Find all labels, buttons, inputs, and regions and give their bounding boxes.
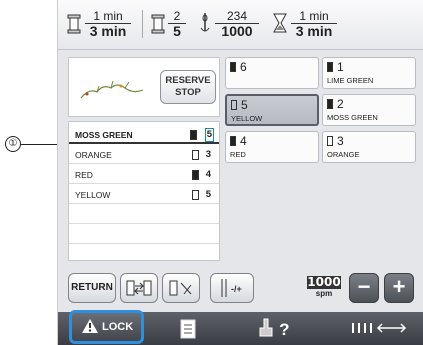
sequence-row-empty — [69, 206, 219, 224]
color-count-total: 5 — [173, 23, 181, 39]
sequence-row[interactable]: MOSS GREEN 5 — [69, 126, 219, 144]
time-remaining-total: 3 min — [89, 23, 127, 39]
thread-cell-number: 1 — [337, 60, 344, 74]
svg-text:-/+: -/+ — [231, 284, 242, 294]
embroidery-screen: 1 min 3 min 2 5 234 1000 1 min 3 min RES… — [57, 0, 423, 345]
sequence-color-name: YELLOW — [75, 190, 111, 200]
time-to-stop-elapsed: 1 min — [291, 9, 337, 24]
thread-cell-name: YELLOW — [231, 114, 263, 123]
needle-position-button[interactable] — [344, 318, 414, 340]
sequence-row-empty — [69, 226, 219, 244]
speed-value: 1000 — [307, 275, 341, 289]
thread-cell-number: 2 — [337, 97, 344, 111]
thread-cell-number: 3 — [337, 134, 344, 148]
spool-icon — [192, 190, 199, 200]
spool-icon — [327, 136, 333, 146]
time-remaining-elapsed: 1 min — [85, 9, 131, 24]
stitch-count-current: 234 — [215, 9, 259, 24]
speed-unit: spm — [315, 289, 333, 298]
thread-cell-name: MOSS GREEN — [327, 113, 378, 122]
thread-cell[interactable]: 1 LIME GREEN — [322, 57, 416, 89]
time-to-stop: 1 min 3 min — [291, 9, 337, 38]
reserve-stop-line1: RESERVE — [165, 75, 211, 86]
reserve-stop-line2: STOP — [175, 87, 201, 98]
status-bar: 1 min 3 min 2 5 234 1000 1 min 3 min — [58, 0, 423, 50]
scissors-spool-icon — [169, 280, 192, 296]
thread-trim-button[interactable] — [162, 273, 200, 303]
thread-cell-number: 5 — [241, 98, 248, 112]
spool-time-icon — [67, 14, 81, 34]
thread-cell-name: RED — [230, 150, 246, 159]
thread-cell-name: LIME GREEN — [327, 76, 374, 85]
time-remaining: 1 min 3 min — [85, 9, 131, 38]
spool-icon — [327, 99, 333, 109]
list-icon — [180, 319, 196, 339]
thread-cell-selected[interactable]: 5 YELLOW — [225, 94, 319, 126]
warning-icon — [82, 319, 98, 333]
lock-label: LOCK — [102, 321, 134, 333]
list-button[interactable] — [170, 318, 206, 340]
spool-icon — [230, 136, 236, 146]
sequence-row[interactable]: RED 4 — [69, 166, 219, 184]
sequence-row[interactable]: YELLOW 5 — [69, 186, 219, 204]
thread-cell[interactable]: 3 ORANGE — [322, 131, 416, 163]
spool-icon — [230, 62, 236, 72]
sequence-row[interactable]: ORANGE 3 — [69, 146, 219, 164]
needle-icon — [200, 13, 210, 32]
spool-count-icon — [151, 14, 165, 34]
thread-cell-number: 4 — [240, 134, 247, 148]
design-preview: RESERVE STOP — [68, 57, 220, 117]
thread-cell[interactable]: 4 RED — [225, 131, 319, 163]
hourglass-icon — [273, 13, 287, 33]
color-sequence-list[interactable]: MOSS GREEN 5 ORANGE 3 RED 4 YELLOW 5 — [68, 121, 220, 261]
speed-decrease-button[interactable]: − — [349, 273, 379, 303]
sequence-spool-number: 3 — [205, 149, 211, 160]
sequence-color-name: RED — [75, 170, 93, 180]
swap-spool-button[interactable] — [120, 273, 158, 303]
return-button[interactable]: RETURN — [68, 273, 116, 303]
speed-display: 1000 spm — [307, 276, 341, 299]
sequence-spool-number: 5 — [204, 128, 214, 142]
callout-marker: ① — [5, 136, 21, 152]
time-to-stop-total: 3 min — [295, 23, 333, 39]
stitch-count: 234 1000 — [215, 9, 259, 38]
color-count: 2 5 — [168, 9, 186, 38]
spool-icon — [192, 170, 199, 180]
sequence-color-name: MOSS GREEN — [75, 130, 133, 140]
tension-button[interactable]: -/+ — [210, 273, 254, 303]
thread-cell-number: 6 — [240, 60, 247, 74]
color-count-current: 2 — [168, 9, 186, 24]
foot-help-icon — [259, 318, 273, 337]
sequence-color-name: ORANGE — [75, 150, 112, 160]
spool-icon — [231, 100, 237, 110]
reserve-stop-button[interactable]: RESERVE STOP — [160, 70, 216, 104]
sequence-spool-number: 4 — [205, 169, 211, 180]
lock-button[interactable]: LOCK — [69, 310, 144, 344]
design-thumbnail — [80, 80, 144, 99]
help-button[interactable]: ? — [244, 318, 304, 340]
tension-icon: -/+ — [221, 279, 242, 297]
sequence-spool-number: 5 — [205, 189, 211, 200]
needle-bar-arrow-icon — [352, 323, 407, 333]
thread-spool-grid: 6 1 LIME GREEN 5 YELLOW 2 MOSS GREEN 4 R… — [225, 57, 417, 199]
stitch-count-total: 1000 — [221, 23, 253, 39]
divider — [142, 10, 143, 38]
help-label: ? — [279, 320, 290, 339]
spool-icon — [327, 62, 333, 72]
speed-increase-button[interactable]: + — [384, 273, 414, 303]
swap-spool-icon — [126, 280, 152, 296]
thread-cell[interactable]: 2 MOSS GREEN — [322, 94, 416, 126]
thread-cell[interactable]: 6 — [225, 57, 319, 89]
thread-cell-name: ORANGE — [327, 150, 360, 159]
spool-icon — [192, 150, 199, 160]
spool-icon — [190, 130, 197, 140]
